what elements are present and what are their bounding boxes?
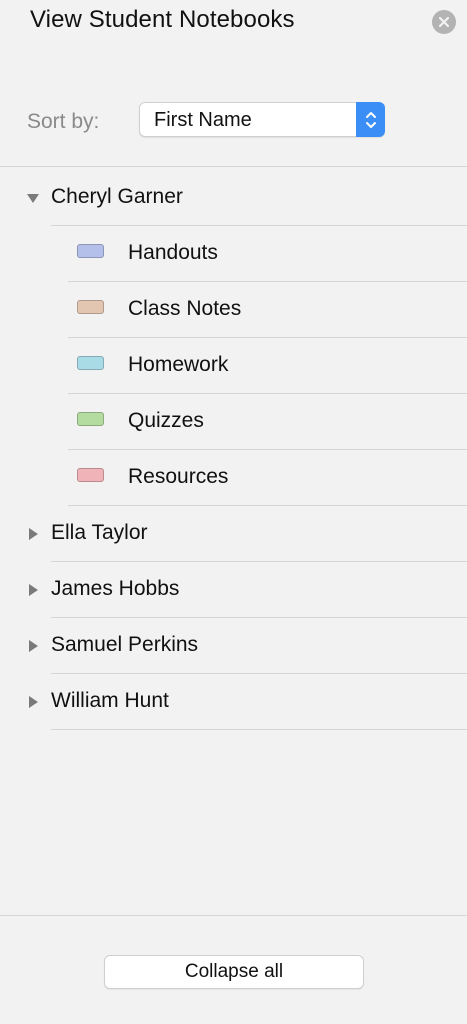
close-icon (438, 16, 450, 28)
section-name: Class Notes (128, 297, 242, 320)
student-name: Cheryl Garner (51, 185, 183, 208)
updown-chevron-icon (356, 102, 385, 137)
header-divider (0, 166, 467, 167)
sort-by-select[interactable]: First Name (139, 102, 385, 137)
footer-divider (0, 915, 467, 916)
section-row[interactable]: Quizzes (0, 394, 467, 450)
student-name: Samuel Perkins (51, 633, 199, 656)
disclosure-collapsed-icon[interactable] (26, 583, 40, 597)
student-name: William Hunt (51, 689, 169, 712)
section-tab-icon (77, 244, 104, 258)
sort-by-label: Sort by: (27, 110, 100, 133)
section-tab-icon (77, 356, 104, 370)
student-name: James Hobbs (51, 577, 180, 600)
disclosure-expanded-icon[interactable] (26, 191, 40, 205)
student-notebooks-panel: View Student Notebooks Sort by: First Na… (0, 0, 467, 1024)
student-name: Ella Taylor (51, 521, 148, 544)
row-divider (51, 729, 467, 730)
close-button[interactable] (432, 10, 456, 34)
disclosure-collapsed-icon[interactable] (26, 639, 40, 653)
section-tab-icon (77, 412, 104, 426)
section-name: Homework (128, 353, 229, 376)
student-row[interactable]: Cheryl Garner (0, 170, 467, 226)
disclosure-collapsed-icon[interactable] (26, 527, 40, 541)
section-row[interactable]: Class Notes (0, 282, 467, 338)
student-row[interactable]: James Hobbs (0, 562, 467, 618)
section-tab-icon (77, 300, 104, 314)
student-row[interactable]: William Hunt (0, 674, 467, 730)
section-tab-icon (77, 468, 104, 482)
section-row[interactable]: Resources (0, 450, 467, 506)
collapse-all-button[interactable]: Collapse all (104, 955, 364, 989)
student-row[interactable]: Samuel Perkins (0, 618, 467, 674)
section-name: Handouts (128, 241, 218, 264)
section-row[interactable]: Homework (0, 338, 467, 394)
sort-by-selected-value: First Name (154, 109, 252, 131)
section-name: Resources (128, 465, 229, 488)
student-row[interactable]: Ella Taylor (0, 506, 467, 562)
section-name: Quizzes (128, 409, 204, 432)
disclosure-collapsed-icon[interactable] (26, 695, 40, 709)
section-row[interactable]: Handouts (0, 226, 467, 282)
panel-title: View Student Notebooks (30, 6, 295, 33)
